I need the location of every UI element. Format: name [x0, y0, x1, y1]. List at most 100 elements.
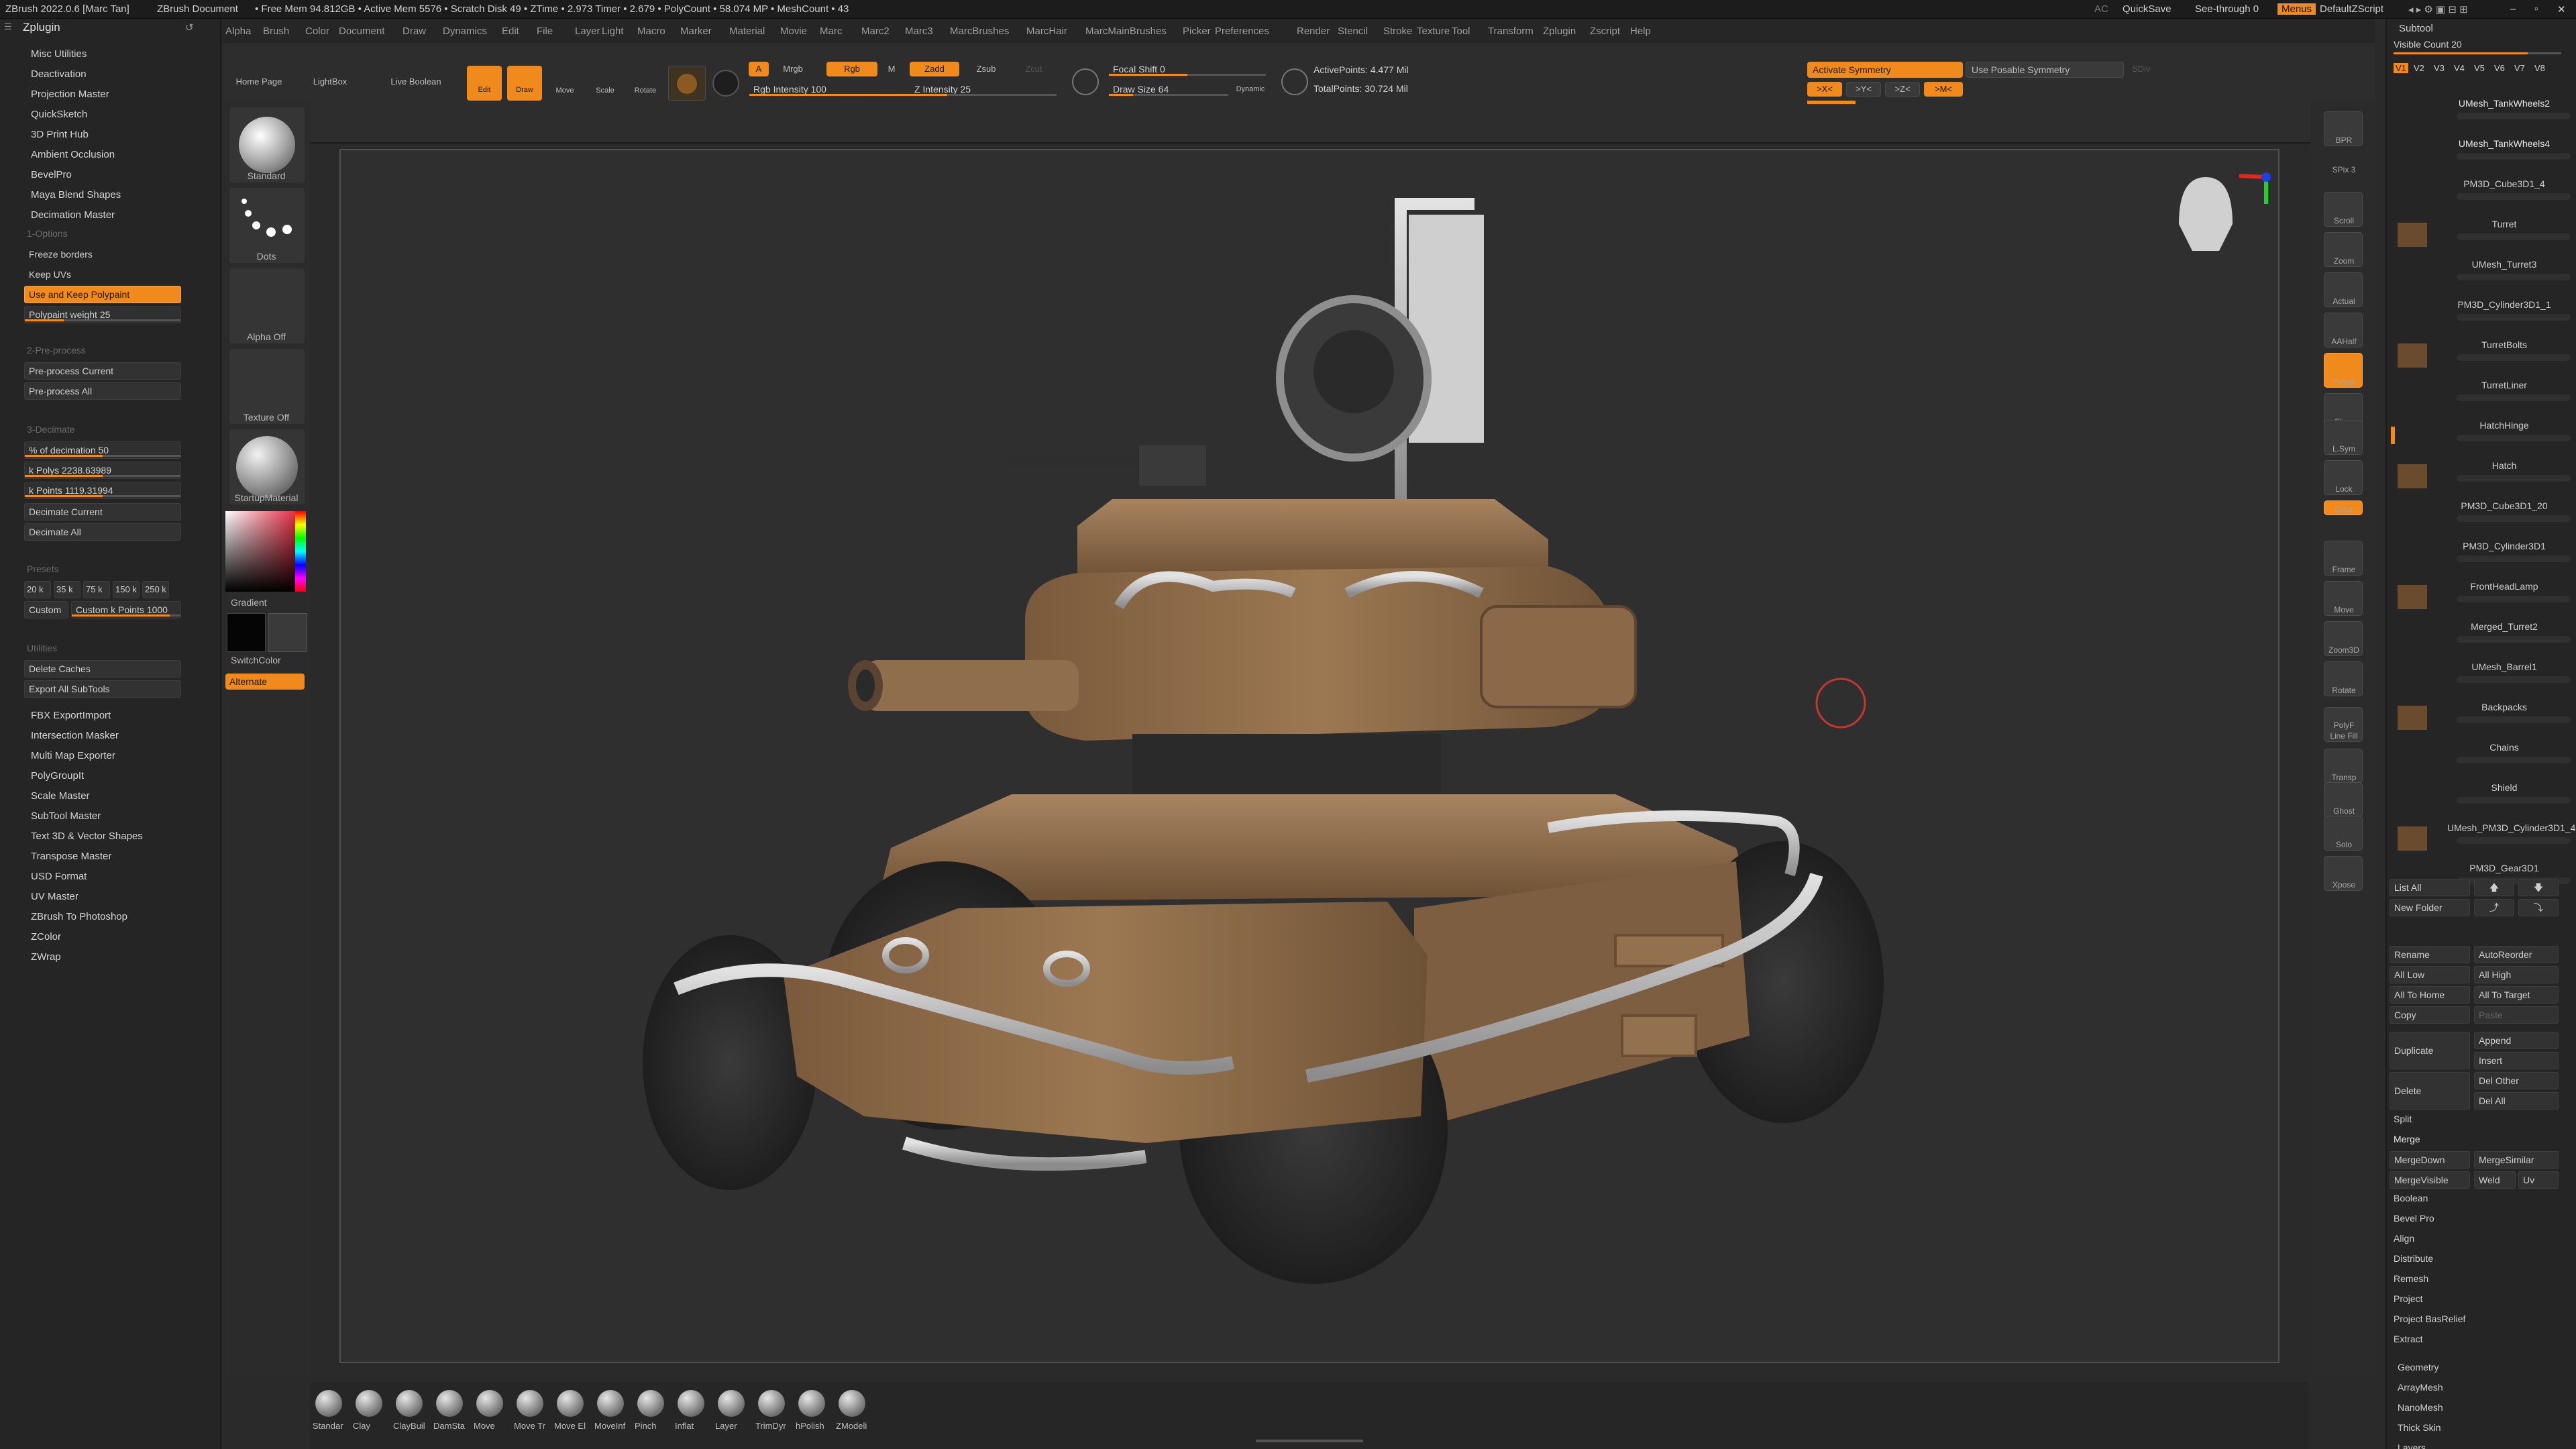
keep-uvs-toggle[interactable]: Keep UVs	[24, 266, 181, 283]
subtool-item-controls[interactable]	[2457, 475, 2571, 482]
activate-symmetry-button[interactable]: Activate Symmetry	[1807, 62, 1963, 78]
subtool-item-controls[interactable]	[2457, 274, 2571, 280]
plugin-scale-master[interactable]: Scale Master	[31, 790, 90, 802]
rotate-mode-button[interactable]: Rotate	[628, 66, 663, 101]
brush-standar-icon[interactable]	[315, 1390, 342, 1417]
move-up-icon[interactable]: 🡅	[2474, 879, 2514, 896]
plugin-transpose-master[interactable]: Transpose Master	[31, 851, 111, 862]
subtool-item-controls[interactable]	[2457, 394, 2571, 401]
polypaint-weight-slider[interactable]: Polypaint weight 25	[24, 306, 181, 323]
subtool-item-name[interactable]: FrontHeadLamp	[2447, 581, 2561, 592]
preset-35-k-button[interactable]: 35 k	[54, 581, 80, 598]
symmetry-x-toggle[interactable]: >X<	[1807, 82, 1842, 97]
arraymesh-menu[interactable]: ArrayMesh	[2398, 1382, 2443, 1393]
subtool-item-name[interactable]: Backpacks	[2447, 702, 2561, 712]
visible-count-slider[interactable]: Visible Count 20	[2394, 39, 2462, 50]
plugin-multi-map-exporter[interactable]: Multi Map Exporter	[31, 750, 115, 761]
color-swatch-icon[interactable]	[712, 70, 739, 97]
symmetry-y-toggle[interactable]: >Y<	[1846, 82, 1881, 97]
posable-symmetry-button[interactable]: Use Posable Symmetry	[1966, 62, 2124, 78]
subtool-item-controls[interactable]	[2457, 515, 2571, 522]
brush-moveinf-icon[interactable]	[597, 1390, 624, 1417]
subtool-item-name[interactable]: PM3D_Cube3D1_4	[2447, 178, 2561, 189]
brush-move-icon[interactable]	[476, 1390, 503, 1417]
remesh-menu[interactable]: Remesh	[2394, 1273, 2428, 1284]
move-mode-button[interactable]: Move	[547, 66, 582, 101]
plugin-quicksketch[interactable]: QuickSketch	[31, 109, 87, 120]
menu-zscript[interactable]: Zscript	[1590, 25, 1620, 37]
subtool-item-name[interactable]: Shield	[2447, 782, 2561, 793]
subtool-item-name[interactable]: Turret	[2447, 219, 2561, 229]
brush-hpolish-icon[interactable]	[798, 1390, 825, 1417]
insert-button[interactable]: Insert	[2474, 1052, 2559, 1069]
rgb-toggle[interactable]: Rgb	[826, 62, 877, 76]
plugin-uv-master[interactable]: UV Master	[31, 891, 78, 902]
autoreorder-button[interactable]: AutoReorder	[2474, 946, 2559, 963]
focal-shift-slider[interactable]: Focal Shift 0	[1108, 60, 1267, 78]
all-high-button[interactable]: All High	[2474, 966, 2559, 983]
plugin-usd-format[interactable]: USD Format	[31, 871, 87, 882]
weld-toggle[interactable]: Weld	[2474, 1171, 2516, 1189]
menu-transform[interactable]: Transform	[1488, 25, 1534, 37]
plugin-subtool-master[interactable]: SubTool Master	[31, 810, 101, 822]
custom-k-points-slider[interactable]: Custom k Points 1000	[71, 601, 181, 619]
draw-size-slider[interactable]: Draw Size 64	[1108, 80, 1229, 98]
plugin-zwrap[interactable]: ZWrap	[31, 951, 61, 963]
menu-marc[interactable]: Marc	[820, 25, 842, 37]
menu-marchair[interactable]: MarcHair	[1026, 25, 1067, 37]
align-menu[interactable]: Align	[2394, 1233, 2414, 1244]
sdiv-slider[interactable]: SDiv	[2128, 62, 2202, 78]
default-zscript-button[interactable]: DefaultZScript	[2320, 3, 2383, 15]
zsub-toggle[interactable]: Zsub	[963, 62, 1009, 76]
plugin-bevelpro[interactable]: BevelPro	[31, 169, 72, 180]
plugin-decimation-master[interactable]: Decimation Master	[31, 209, 115, 221]
plugin-deactivation[interactable]: Deactivation	[31, 68, 87, 80]
brush-move-tr-icon[interactable]	[517, 1390, 543, 1417]
subtool-item-name[interactable]: UMesh_Turret3	[2447, 259, 2561, 270]
subtool-item-controls[interactable]	[2457, 797, 2571, 804]
geometry-menu[interactable]: Geometry	[2398, 1362, 2438, 1373]
menu-zplugin[interactable]: Zplugin	[1543, 25, 1576, 37]
secondary-color-swatch[interactable]	[268, 613, 307, 652]
append-button[interactable]: Append	[2474, 1032, 2559, 1049]
list-all-button[interactable]: List All	[2390, 879, 2470, 896]
see-through-slider[interactable]: See-through 0	[2195, 3, 2259, 15]
subtool-item-controls[interactable]	[2457, 153, 2571, 160]
boolean-menu[interactable]: Boolean	[2394, 1193, 2428, 1203]
all-to-home-button[interactable]: All To Home	[2390, 986, 2470, 1004]
subtool-item-controls[interactable]	[2457, 193, 2571, 200]
z-intensity-slider[interactable]: Z Intensity 25	[910, 80, 1057, 98]
subtool-item-name[interactable]: PM3D_Cylinder3D1	[2447, 541, 2561, 551]
window-icons[interactable]: ◂ ▸ ⚙ ▣ ⊟ ⊞	[2408, 3, 2468, 15]
all-to-target-button[interactable]: All To Target	[2474, 986, 2559, 1004]
subtool-tab-v1[interactable]: V1	[2394, 63, 2408, 73]
focal-icon[interactable]	[1072, 68, 1099, 95]
menu-stroke[interactable]: Stroke	[1383, 25, 1412, 37]
subtool-item-controls[interactable]	[2457, 314, 2571, 321]
k-polys-slider[interactable]: k Polys 2238.63989	[24, 462, 181, 479]
subtool-item-name[interactable]: PM3D_Gear3D1	[2447, 863, 2561, 873]
preprocess-current-button[interactable]: Pre-process Current	[24, 362, 181, 380]
project-menu[interactable]: Project	[2394, 1293, 2423, 1304]
symmetry-z-toggle[interactable]: >Z<	[1885, 82, 1920, 97]
subtool-item-name[interactable]: UMesh_Barrel1	[2447, 661, 2561, 672]
all-low-button[interactable]: All Low	[2390, 966, 2470, 983]
del-other-button[interactable]: Del Other	[2474, 1072, 2559, 1089]
color-picker[interactable]	[225, 511, 306, 592]
subtool-header[interactable]: Subtool	[2399, 23, 2433, 34]
subtool-tab-v4[interactable]: V4	[2454, 63, 2465, 73]
document-canvas[interactable]	[339, 149, 2279, 1363]
alternate-button[interactable]: Alternate	[225, 674, 305, 690]
subtool-item-controls[interactable]	[2457, 837, 2571, 844]
plugin-3d-print-hub[interactable]: 3D Print Hub	[31, 129, 89, 140]
extract-menu[interactable]: Extract	[2394, 1334, 2423, 1344]
primary-color-swatch[interactable]	[227, 613, 266, 652]
new-folder-button[interactable]: New Folder	[2390, 899, 2470, 916]
brush-pinch-icon[interactable]	[637, 1390, 664, 1417]
menu-edit[interactable]: Edit	[502, 25, 519, 37]
subtool-item-controls[interactable]	[2457, 716, 2571, 723]
preprocess-all-button[interactable]: Pre-process All	[24, 382, 181, 400]
menu-marker[interactable]: Marker	[680, 25, 712, 37]
paste-button[interactable]: Paste	[2474, 1006, 2559, 1024]
copy-button[interactable]: Copy	[2390, 1006, 2470, 1024]
